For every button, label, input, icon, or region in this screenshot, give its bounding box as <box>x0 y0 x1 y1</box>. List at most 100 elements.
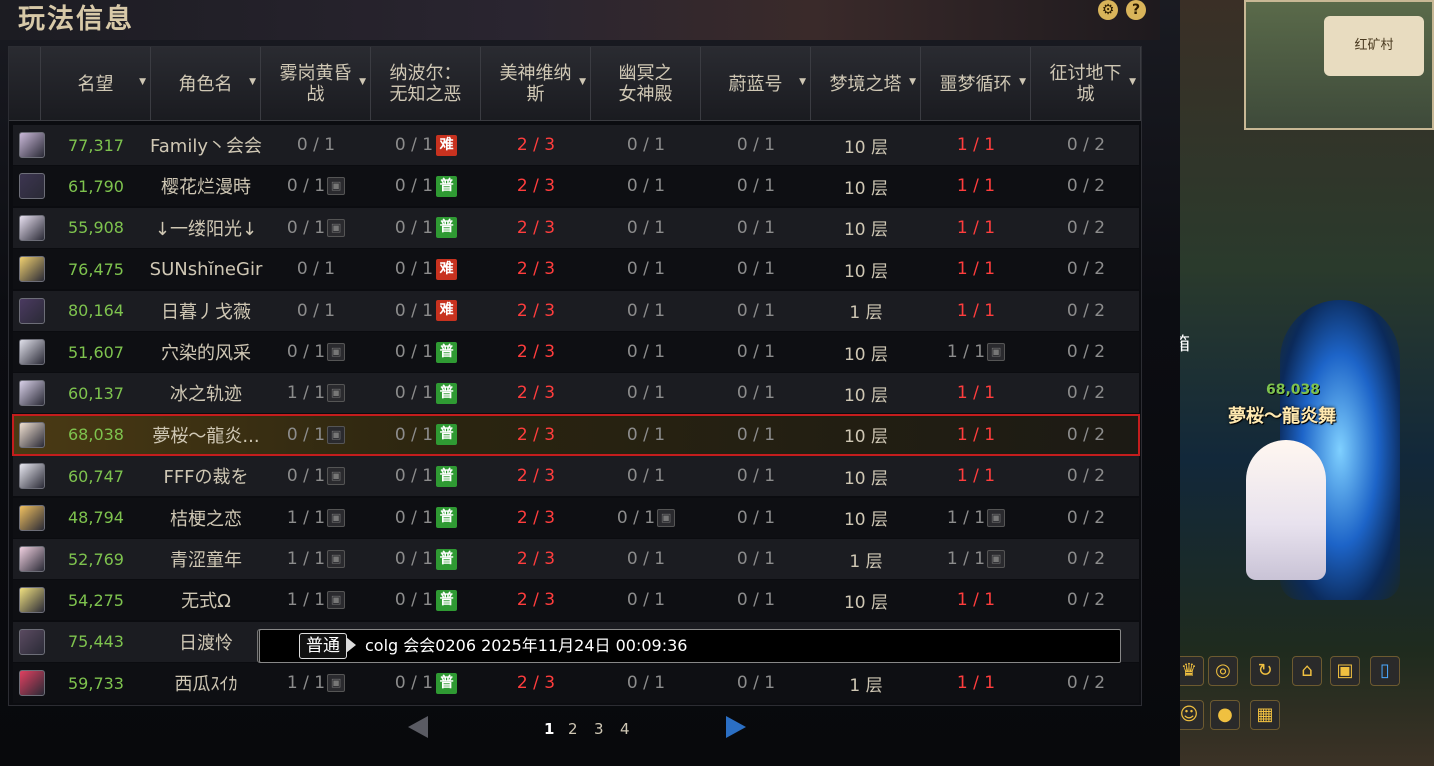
venus-cell: 2 / 3 <box>481 415 591 455</box>
prev-page-icon[interactable] <box>408 716 428 738</box>
lock-icon: ▣ <box>327 591 346 610</box>
column-header-7[interactable]: 梦境之塔 ▼ <box>811 47 921 121</box>
book-icon[interactable]: ▦ <box>1250 700 1280 730</box>
phone-icon[interactable]: ▯ <box>1370 656 1400 686</box>
column-header-2[interactable]: 雾岗黄昏 战 ▼ <box>261 47 371 121</box>
chat-channel-tag[interactable]: 普通 <box>299 633 347 659</box>
dungeon-cell-text: 0 / 2 <box>1066 673 1106 694</box>
difficulty-badge: 普 <box>436 217 458 239</box>
window-title: 玩法信息 <box>18 4 134 35</box>
fame-cell: 55,908 <box>41 208 151 248</box>
character-name-cell: 无式Ω <box>151 580 261 620</box>
fame-cell: 51,607 <box>41 332 151 372</box>
person-icon[interactable]: ☺ <box>1180 700 1204 730</box>
azure-cell-text: 0 / 1 <box>736 259 776 280</box>
column-header-5[interactable]: 幽冥之 女神殿 <box>591 47 701 121</box>
character-name-cell-text: SUNshĭneGir <box>149 258 263 280</box>
character-sprite <box>1246 440 1326 580</box>
table-row[interactable]: 60,747 FFFの裁を 0 / 1 ▣ 0 / 1普2 / 30 / 10 / 11… <box>13 456 1139 497</box>
target-icon[interactable]: ◎ <box>1208 656 1238 686</box>
minimap-location-label: 红矿村 <box>1324 16 1424 76</box>
mist-dusk-cell-text: 0 / 1 <box>296 135 336 155</box>
location-pin-icon[interactable]: ● <box>1210 700 1240 730</box>
table-row[interactable]: 77,317 Family丶会会 0 / 10 / 1难2 / 30 / 10 / … <box>13 125 1139 165</box>
character-name-cell-text: 樱花烂漫時 <box>161 177 251 199</box>
nightmare-loop-cell: 1 / 1 ▣ <box>921 332 1031 372</box>
minimap[interactable]: 红矿村 <box>1244 0 1434 130</box>
next-page-icon[interactable] <box>726 716 746 738</box>
dream-tower-cell: 10 层 <box>811 415 921 455</box>
column-header-1[interactable]: 角色名 ▼ <box>151 47 261 121</box>
page-2[interactable]: 2 <box>568 720 578 738</box>
mist-dusk-cell: 0 / 1 ▣ <box>261 166 371 206</box>
column-header-0[interactable]: 名望 ▼ <box>41 47 151 121</box>
table-row[interactable]: 68,038 夢桜～龍炎... 0 / 1 ▣ 0 / 1普2 / 30 / 10 / … <box>12 413 1140 456</box>
fame-cell-text: 61,790 <box>68 176 124 196</box>
nightmare-loop-cell: 1 / 1 <box>921 663 1031 703</box>
sort-arrow-icon[interactable]: ▼ <box>359 72 366 93</box>
venus-cell-text: 2 / 3 <box>516 549 556 569</box>
dungeon-cell: 0 / 2 <box>1031 539 1141 579</box>
difficulty-badge: 普 <box>436 672 458 694</box>
page-1[interactable]: 1 <box>544 720 554 738</box>
help-icon[interactable]: ? <box>1126 0 1146 20</box>
dream-tower-cell-text: 10 层 <box>843 137 889 158</box>
goddess-temple-cell-text: 0 / 1 <box>626 259 666 280</box>
column-header-8[interactable]: 噩梦循环 ▼ <box>921 47 1031 121</box>
goddess-temple-cell-text: 0 / 1 <box>626 135 666 155</box>
mist-dusk-cell-text: 1 / 1 <box>286 507 326 528</box>
dream-tower-cell-text: 10 层 <box>843 261 889 282</box>
column-header-9[interactable]: 征讨地下 城 ▼ <box>1031 47 1141 121</box>
character-name-cell: ↓一缕阳光↓ <box>151 208 261 248</box>
table-row[interactable]: 80,164 日暮丿戈薇 0 / 10 / 1难2 / 30 / 10 / 11 层… <box>13 290 1139 331</box>
azure-cell-text: 0 / 1 <box>736 590 776 611</box>
refresh-icon[interactable]: ↻ <box>1250 656 1280 686</box>
fame-cell-text: 51,607 <box>68 342 124 362</box>
table-row[interactable]: 54,275 无式Ω 1 / 1 ▣ 0 / 1普2 / 30 / 10 / 1 10 层… <box>13 580 1141 621</box>
sort-arrow-icon[interactable]: ▼ <box>909 72 916 93</box>
column-header-3[interactable]: 纳波尔： 无知之恶 <box>371 47 481 121</box>
mist-dusk-cell: 1 / 1 ▣ <box>261 663 371 703</box>
table-row[interactable]: 48,794 桔梗之恋 1 / 1 ▣ 0 / 1普2 / 30 / 1 ▣ 0 / 1 10… <box>13 497 1139 538</box>
sort-arrow-icon[interactable]: ▼ <box>1019 72 1026 93</box>
column-header-label: 蔚蓝号 <box>728 73 783 95</box>
page-3[interactable]: 3 <box>594 720 604 738</box>
nabol-cell: 0 / 1普 <box>371 208 481 248</box>
goddess-temple-cell: 0 / 1 <box>591 663 701 703</box>
mist-dusk-cell: 1 / 1 ▣ <box>261 373 371 413</box>
nightmare-loop-cell-text: 1 / 1 <box>956 300 996 321</box>
goddess-temple-cell-text: 0 / 1 <box>626 342 666 362</box>
sort-arrow-icon[interactable]: ▼ <box>139 72 146 93</box>
gear-icon[interactable]: ⚙ <box>1098 0 1118 20</box>
column-header-label: 角色名 <box>178 73 233 95</box>
house-icon[interactable]: ⌂ <box>1292 656 1322 686</box>
venus-cell-text: 2 / 3 <box>516 300 556 321</box>
table-row[interactable]: 55,908 ↓一缕阳光↓ 0 / 1 ▣ 0 / 1普2 / 30 / 10 / 11… <box>13 207 1139 248</box>
column-header-4[interactable]: 美神维纳 斯 ▼ <box>481 47 591 121</box>
dream-tower-cell-text: 10 层 <box>843 468 889 489</box>
character-name-cell-text: 青涩童年 <box>170 550 242 571</box>
camera-icon[interactable]: ▣ <box>1330 656 1360 686</box>
venus-cell-text: 2 / 3 <box>516 342 556 362</box>
table-row[interactable]: 76,475 SUNshĭneGir 0 / 10 / 1难2 / 30 / 10 … <box>13 249 1139 290</box>
table-row[interactable]: 51,607 穴染的风采 0 / 1 ▣ 0 / 1普2 / 30 / 10 / 1 10… <box>13 332 1139 372</box>
dungeon-cell: 0 / 2 <box>1031 580 1141 620</box>
nightmare-loop-cell: 1 / 1 <box>921 456 1031 496</box>
mist-dusk-cell-text: 0 / 1 <box>296 259 336 280</box>
crown-icon[interactable]: ♛ <box>1180 656 1204 686</box>
lock-icon: ▣ <box>327 508 346 527</box>
difficulty-badge: 难 <box>436 134 458 156</box>
column-header-6[interactable]: 蔚蓝号 ▼ <box>701 47 811 121</box>
table-row[interactable]: 60,137 冰之轨迹 1 / 1 ▣ 0 / 1普2 / 30 / 10 / 1 10 … <box>13 373 1139 414</box>
table-row[interactable]: 59,733 西瓜ｽｲｶ 1 / 1 ▣ 0 / 1普2 / 30 / 10 / 11 … <box>13 663 1139 704</box>
sort-arrow-icon[interactable]: ▼ <box>579 72 586 93</box>
chat-channel-arrow-icon[interactable] <box>346 637 356 653</box>
venus-cell: 2 / 3 <box>481 456 591 496</box>
page-4[interactable]: 4 <box>620 720 630 738</box>
table-row[interactable]: 52,769 青涩童年 1 / 1 ▣ 0 / 1普2 / 30 / 10 / 11 层… <box>13 539 1139 579</box>
sort-arrow-icon[interactable]: ▼ <box>249 72 256 93</box>
sort-arrow-icon[interactable]: ▼ <box>1129 72 1136 93</box>
dungeon-cell-text: 0 / 2 <box>1066 424 1106 445</box>
table-row[interactable]: 61,790 樱花烂漫時 0 / 1 ▣ 0 / 1普2 / 30 / 10 / 1 10… <box>13 166 1139 207</box>
sort-arrow-icon[interactable]: ▼ <box>799 72 806 93</box>
